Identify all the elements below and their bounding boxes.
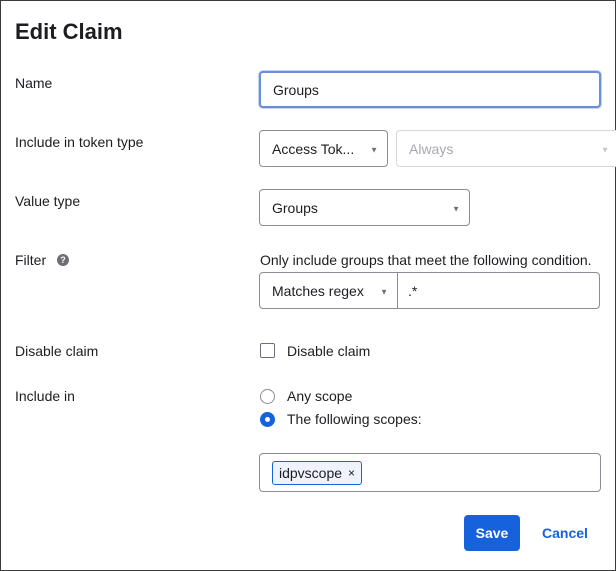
value-type-label: Value type bbox=[15, 193, 81, 209]
disable-claim-label: Disable claim bbox=[15, 343, 99, 359]
dialog-title: Edit Claim bbox=[15, 19, 123, 44]
chevron-down-icon: ▼ bbox=[370, 144, 378, 154]
question-mark-icon[interactable]: ? bbox=[57, 254, 69, 266]
following-scopes-label[interactable]: The following scopes: bbox=[287, 411, 422, 427]
following-scopes-radio[interactable] bbox=[260, 412, 275, 427]
name-label: Name bbox=[15, 75, 53, 91]
filter-label: Filter bbox=[15, 252, 47, 268]
save-button[interactable]: Save bbox=[464, 515, 520, 551]
disable-claim-checkbox[interactable] bbox=[260, 343, 275, 358]
include-in-label: Include in bbox=[15, 388, 75, 404]
any-scope-radio[interactable] bbox=[260, 389, 275, 404]
scope-chip-label: idpvscope bbox=[279, 465, 343, 481]
filter-value-input[interactable]: .* bbox=[397, 272, 600, 309]
token-type-select[interactable]: Access Tok... ▼ bbox=[259, 130, 388, 167]
edit-claim-dialog: Edit Claim Name Groups Include in token … bbox=[0, 0, 616, 571]
any-scope-label[interactable]: Any scope bbox=[287, 388, 352, 404]
filter-operator-select[interactable]: Matches regex ▼ bbox=[259, 272, 398, 309]
token-type-scope-select[interactable]: Always ▼ bbox=[396, 130, 616, 167]
cancel-button[interactable]: Cancel bbox=[535, 515, 595, 551]
token-type-label: Include in token type bbox=[15, 134, 144, 150]
token-type-selected: Access Tok... bbox=[272, 140, 355, 157]
token-type-scope-selected: Always bbox=[409, 140, 454, 157]
name-input[interactable]: Groups bbox=[259, 71, 601, 108]
value-type-select[interactable]: Groups ▼ bbox=[259, 189, 470, 226]
chevron-down-icon: ▼ bbox=[380, 286, 388, 296]
filter-operator-selected: Matches regex bbox=[272, 282, 364, 299]
chevron-down-icon: ▼ bbox=[601, 144, 609, 154]
disable-claim-checkbox-label[interactable]: Disable claim bbox=[287, 343, 370, 359]
chevron-down-icon: ▼ bbox=[452, 203, 460, 213]
scope-chip: idpvscope × bbox=[272, 461, 363, 485]
filter-description: Only include groups that meet the follow… bbox=[260, 252, 592, 268]
close-icon[interactable]: × bbox=[348, 466, 355, 480]
name-input-value: Groups bbox=[273, 81, 319, 98]
value-type-selected: Groups bbox=[272, 199, 318, 216]
filter-value: .* bbox=[408, 282, 418, 299]
scopes-input[interactable]: idpvscope × bbox=[259, 453, 601, 492]
